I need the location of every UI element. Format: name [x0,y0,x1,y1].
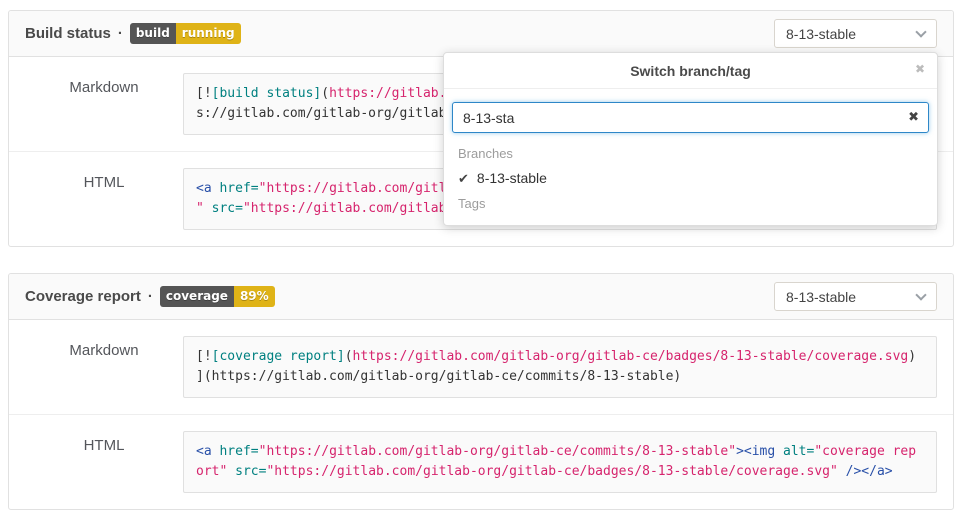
badge-label: coverage [160,286,234,307]
branch-dropdown-label: 8-13-stable [786,289,856,305]
dropdown-title: Switch branch/tag [630,63,751,79]
html-code-block: <a href="https://gitlab.com/gitlab-org/g… [183,431,937,493]
format-label-html: HTML [25,168,183,230]
format-label-markdown: Markdown [25,73,183,135]
dropdown-search: ✖ [452,102,929,133]
branch-dropdown-label: 8-13-stable [786,26,856,42]
markdown-code-block: [![coverage report](https://gitlab.com/g… [183,336,937,398]
panel-title: Coverage report · coverage 89% [25,286,275,307]
html-row: HTML <a href="https://gitlab.com/gitlab-… [9,415,953,509]
code-line: [![coverage report](https://gitlab.com/g… [196,349,916,364]
clear-search-icon[interactable]: ✖ [908,110,919,123]
build-badge: build running [130,23,241,44]
branch-switcher-dropdown: Switch branch/tag ✖ ✖ Branches ✔ 8-13-st… [443,52,938,226]
coverage-badge: coverage 89% [160,286,275,307]
branches-section-header: Branches [444,141,937,165]
branch-name: 8-13-stable [477,170,547,186]
build-status-panel-heading: Build status · build running 8-13-stable [9,11,953,57]
tags-section-header: Tags [444,191,937,215]
panel-title: Build status · build running [25,23,241,44]
coverage-report-panel-heading: Coverage report · coverage 89% 8-13-stab… [9,274,953,320]
format-label-markdown: Markdown [25,336,183,398]
panel-title-text: Coverage report [25,288,141,305]
panel-title-text: Build status [25,25,111,42]
title-separator: · [148,288,153,305]
markdown-row: Markdown [![coverage report](https://git… [9,320,953,415]
code-line: <a href="https://gitlab.com/gitlab-org/g… [196,444,916,459]
dropdown-title-row: Switch branch/tag ✖ [444,53,937,89]
format-label-html: HTML [25,431,183,493]
title-separator: · [118,25,123,42]
check-icon: ✔ [458,172,469,185]
badge-value: 89% [234,286,275,307]
branch-list-item[interactable]: ✔ 8-13-stable [444,165,937,191]
badge-label: build [130,23,176,44]
chevron-down-icon [915,26,926,37]
branch-dropdown-button[interactable]: 8-13-stable [774,19,937,48]
code-line: ort" src="https://gitlab.com/gitlab-org/… [196,464,893,479]
close-icon[interactable]: ✖ [915,63,925,75]
branch-search-input[interactable] [452,102,929,133]
coverage-report-panel: Coverage report · coverage 89% 8-13-stab… [8,273,954,510]
chevron-down-icon [915,289,926,300]
code-line: ](https://gitlab.com/gitlab-org/gitlab-c… [196,369,681,384]
badge-value: running [176,23,241,44]
branch-dropdown-button[interactable]: 8-13-stable [774,282,937,311]
